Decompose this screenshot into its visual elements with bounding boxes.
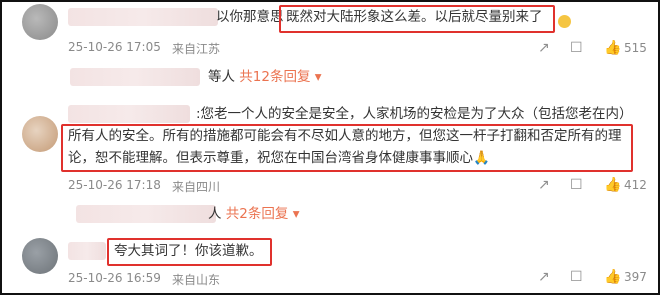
comment-location: 来自四川 (172, 180, 221, 194)
reply-summary: 等人 共12条回复 ▾ (208, 69, 322, 85)
view-replies-link[interactable]: 共12条回复 (239, 69, 310, 85)
like-icon[interactable]: 👍 (604, 177, 621, 193)
reply-summary: 人 共2条回复 ▾ (208, 206, 300, 222)
comment-text-highlight: 夸大其词了！你该道歉。 (114, 243, 263, 259)
redacted-reply-users (76, 205, 216, 223)
avatar[interactable] (22, 238, 58, 274)
comment-time: 25-10-26 17:18 (68, 178, 161, 192)
comment-location: 来自江苏 (172, 42, 221, 56)
comment-text-prefix: 以你那意思 (216, 9, 284, 25)
comment-location: 来自山东 (172, 273, 221, 287)
comment-text-line2: 所有人的安全。所有的措施都可能会有不尽如人意的地方，但您这一杆子打翻和否定所有的… (68, 128, 622, 144)
avatar[interactable] (22, 4, 58, 40)
like-count: 412 (624, 178, 647, 192)
comment-text-highlight: 既然对大陆形象这么差。以后就尽量别来了 (286, 9, 543, 25)
redacted-username (68, 105, 190, 123)
comment-icon[interactable]: ☐ (570, 177, 583, 193)
avatar[interactable] (22, 116, 58, 152)
redacted-username (68, 8, 218, 26)
redacted-username (68, 242, 106, 260)
like-icon[interactable]: 👍 (604, 40, 621, 56)
comment-icon[interactable]: ☐ (570, 269, 583, 285)
comment-text-line1: :您老一个人的安全是安全，人家机场的安检是为了大众（包括您老在内） (196, 106, 633, 122)
emoji-icon (558, 15, 571, 28)
comment-time: 25-10-26 17:05 (68, 40, 161, 54)
share-icon[interactable]: ↗ (538, 177, 550, 193)
redacted-reply-users (70, 68, 200, 86)
comment-text-line3: 论，恕不能理解。但表示尊重，祝您在中国台湾省身体健康事事顺心🙏 (68, 150, 490, 166)
share-icon[interactable]: ↗ (538, 40, 550, 56)
view-replies-link[interactable]: 共2条回复 (226, 206, 289, 222)
like-count: 515 (624, 41, 647, 55)
like-icon[interactable]: 👍 (604, 269, 621, 285)
share-icon[interactable]: ↗ (538, 269, 550, 285)
comment-icon[interactable]: ☐ (570, 40, 583, 56)
like-count: 397 (624, 270, 647, 284)
comment-time: 25-10-26 16:59 (68, 271, 161, 285)
